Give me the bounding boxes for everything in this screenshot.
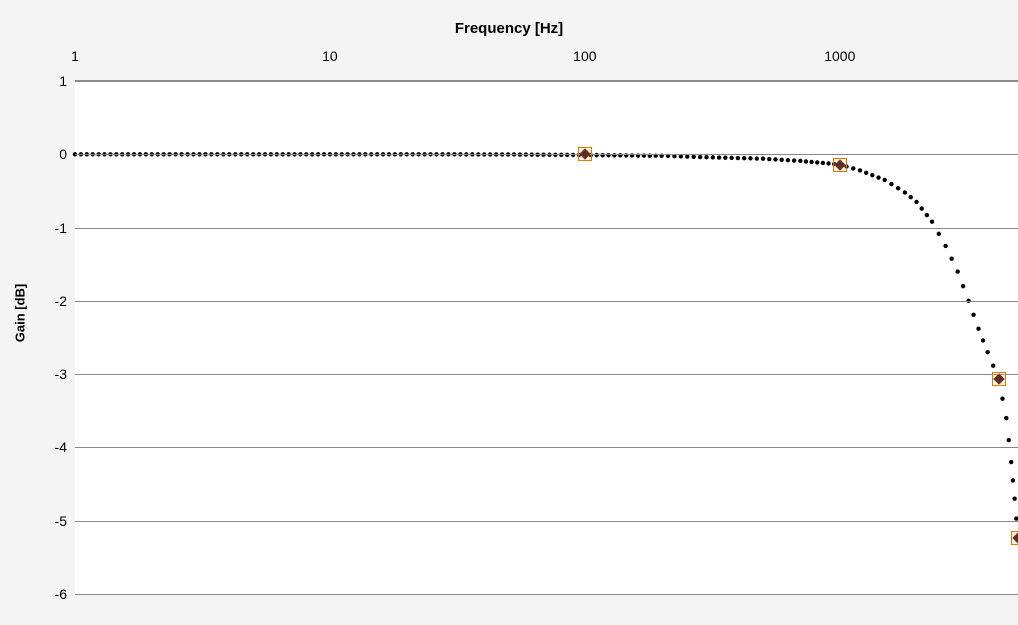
- data-marker: [833, 158, 847, 172]
- curve-dot: [943, 244, 947, 248]
- curve-dot: [809, 160, 813, 164]
- y-tick-label: 1: [59, 73, 67, 89]
- curve-dot: [903, 190, 907, 194]
- curve-dot: [889, 182, 893, 186]
- curve-dot: [876, 175, 880, 179]
- gridline: [75, 521, 1018, 522]
- curve-dot: [920, 206, 924, 210]
- x-tick-label: 1000: [824, 48, 855, 64]
- curve-dot: [896, 186, 900, 190]
- curve-dot: [981, 338, 985, 342]
- gridline: [75, 81, 1018, 82]
- curve-dot: [1004, 416, 1008, 420]
- curve-dot: [991, 364, 995, 368]
- curve-dot: [773, 157, 777, 161]
- curve-dot: [909, 195, 913, 199]
- x-tick-label: 10: [322, 48, 338, 64]
- diamond-icon: [834, 159, 845, 170]
- curve-dot: [792, 158, 796, 162]
- gridline: [75, 447, 1018, 448]
- chart-container: Frequency [Hz] 1101001000 Gain [dB] 10-1…: [0, 0, 1018, 625]
- curve-dot: [949, 257, 953, 261]
- diamond-icon: [1012, 533, 1018, 544]
- curve-dot: [961, 284, 965, 288]
- curve-dot: [955, 269, 959, 273]
- curve-dot: [798, 159, 802, 163]
- curve-dot: [821, 161, 825, 165]
- curve-dot: [851, 166, 855, 170]
- curve-dot: [704, 155, 708, 159]
- curve-dot: [858, 168, 862, 172]
- y-tick-label: -3: [55, 366, 67, 382]
- curve-dot: [786, 158, 790, 162]
- y-tick-label: -5: [55, 513, 67, 529]
- curve-dot: [1011, 478, 1015, 482]
- data-marker: [578, 147, 592, 161]
- curve-dot: [971, 313, 975, 317]
- x-tick-label: 100: [573, 48, 596, 64]
- y-tick-label: -6: [55, 586, 67, 602]
- curve-dot: [729, 156, 733, 160]
- curve-dot: [930, 220, 934, 224]
- y-tick-label: -1: [55, 220, 67, 236]
- curve-dot: [1012, 497, 1016, 501]
- curve-dot: [755, 156, 759, 160]
- curve-dot: [717, 155, 721, 159]
- diamond-icon: [579, 149, 590, 160]
- curve-dot: [925, 213, 929, 217]
- curve-dot: [804, 159, 808, 163]
- y-tick-label: -4: [55, 439, 67, 455]
- curve-dot: [711, 155, 715, 159]
- gridline: [75, 154, 1018, 155]
- curve-dot: [985, 350, 989, 354]
- data-marker: [992, 372, 1006, 386]
- curve-dot: [815, 160, 819, 164]
- x-ticks: 1101001000: [75, 48, 1018, 68]
- curve-overlay: [75, 81, 1018, 594]
- chart-title: Frequency [Hz]: [0, 20, 1018, 37]
- curve-dot: [1009, 460, 1013, 464]
- y-tick-label: 0: [59, 146, 67, 162]
- curve-dot: [864, 171, 868, 175]
- x-tick-label: 1: [71, 48, 79, 64]
- curve-dot: [882, 178, 886, 182]
- gridline: [75, 301, 1018, 302]
- curve-dot: [748, 156, 752, 160]
- gridline: [75, 594, 1018, 595]
- curve-dot: [723, 156, 727, 160]
- curve-dot: [761, 156, 765, 160]
- curve-dot: [870, 173, 874, 177]
- curve-dot: [1000, 396, 1004, 400]
- curve-dot: [937, 232, 941, 236]
- curve-dot: [914, 200, 918, 204]
- curve-dot: [779, 158, 783, 162]
- y-axis-label: Gain [dB]: [13, 283, 28, 342]
- gridline: [75, 228, 1018, 229]
- y-tick-label: -2: [55, 293, 67, 309]
- curve-dot: [976, 327, 980, 331]
- data-marker: [1011, 531, 1018, 545]
- plot-area: 10-1-2-3-4-5-6: [75, 80, 1018, 595]
- curve-dot: [826, 161, 830, 165]
- gridline: [75, 374, 1018, 375]
- curve-dot: [742, 156, 746, 160]
- curve-dot: [1007, 438, 1011, 442]
- diamond-icon: [993, 374, 1004, 385]
- curve-dot: [767, 157, 771, 161]
- curve-dot: [736, 156, 740, 160]
- curve-dot: [698, 155, 702, 159]
